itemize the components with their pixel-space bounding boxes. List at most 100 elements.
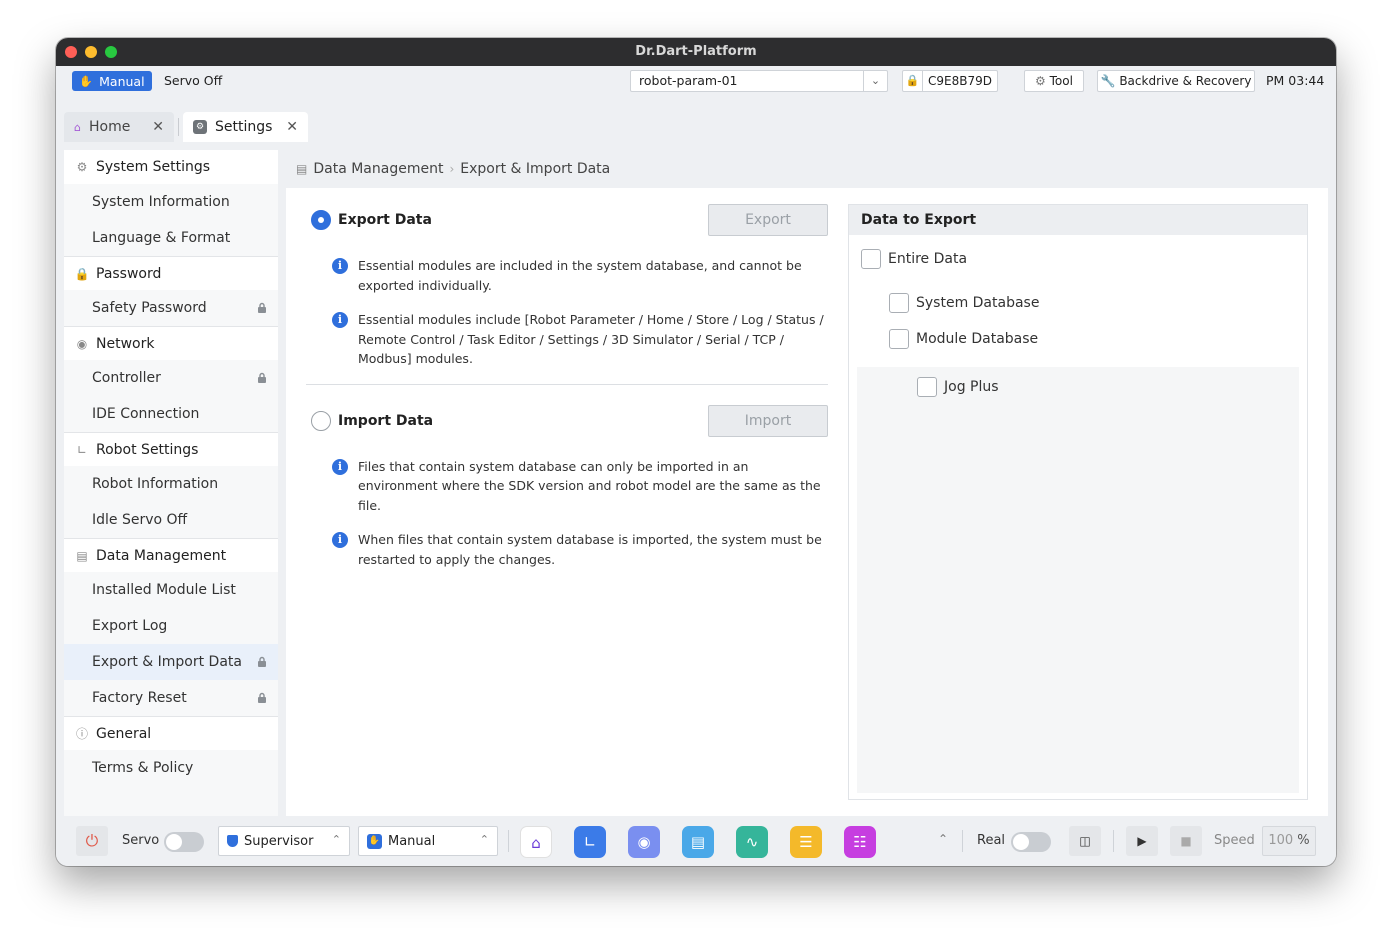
info-icon: i (332, 258, 348, 274)
module-database-checkbox[interactable] (889, 329, 909, 349)
import-radio[interactable] (311, 410, 331, 431)
export-note: i Essential modules are included in the … (332, 256, 828, 295)
document-icon: ▤ (296, 162, 308, 176)
import-note: i When files that contain system databas… (332, 530, 828, 569)
export-title: Export Data (338, 212, 432, 228)
remote-control-app-icon[interactable]: ◉ (628, 826, 660, 858)
sidebar-item-terms-policy[interactable]: Terms & Policy (64, 750, 278, 786)
lock-icon (258, 692, 266, 703)
minimize-window-button[interactable] (85, 46, 97, 58)
info-icon: i (332, 458, 348, 475)
info-icon: i (332, 312, 348, 328)
play-button[interactable]: ▶ (1126, 826, 1158, 856)
close-window-button[interactable] (65, 46, 77, 58)
import-notes: i Files that contain system database can… (306, 457, 828, 570)
sidebar-item-system-information[interactable]: System Information (64, 184, 278, 220)
robot-app-icon[interactable]: ∟ (574, 826, 606, 858)
export-import-panel: Export Data Export i Essential modules a… (306, 204, 828, 584)
sidebar-item-export-log[interactable]: Export Log (64, 608, 278, 644)
import-button[interactable]: Import (708, 404, 828, 437)
entire-data-checkbox[interactable] (861, 249, 881, 269)
tab-settings[interactable]: ⚙ Settings ✕ (183, 112, 308, 142)
app-window: Dr.Dart-Platform ✋ Manual Servo Off robo… (56, 38, 1336, 866)
store-app-icon[interactable]: ☷ (844, 826, 876, 858)
3d-icon: ◫ (1079, 834, 1091, 848)
task-editor-app-icon[interactable]: ▤ (682, 826, 714, 858)
system-database-row[interactable]: System Database (849, 285, 1307, 321)
servo-status: Servo Off (164, 73, 223, 88)
sidebar-item-language-format[interactable]: Language & Format (64, 220, 278, 256)
tab-bar: ⌂ Home ✕ ⚙ Settings ✕ (64, 112, 308, 142)
mode-indicator[interactable]: ✋ Manual (72, 71, 152, 91)
lock-icon (258, 372, 266, 383)
export-note: i Essential modules include [Robot Param… (332, 310, 828, 369)
data-to-export-title: Data to Export (849, 205, 1307, 235)
gear-icon: ⚙ (76, 160, 88, 174)
list-item[interactable]: Jog Plus (857, 369, 1299, 405)
controller-serial[interactable]: 🔒 C9E8B79D (902, 70, 998, 92)
sidebar-group-general[interactable]: ⓘ General (64, 716, 278, 750)
backdrive-recovery-button[interactable]: 🔧 Backdrive & Recovery (1097, 70, 1255, 92)
sidebar-group-system-settings[interactable]: ⚙ System Settings (64, 150, 278, 184)
gear-icon: ⚙ (1035, 74, 1046, 88)
3d-view-button[interactable]: ◫ (1069, 826, 1101, 856)
export-notes: i Essential modules are included in the … (306, 256, 828, 369)
lock-icon (258, 656, 266, 667)
power-button[interactable]: ⏻ (76, 826, 108, 856)
log-app-icon[interactable]: ☰ (790, 826, 822, 858)
close-tab-icon[interactable]: ✕ (152, 119, 164, 135)
tool-button[interactable]: ⚙ Tool (1024, 70, 1084, 92)
export-button[interactable]: Export (708, 204, 828, 236)
stop-button[interactable]: ■ (1170, 826, 1202, 856)
module-database-row[interactable]: Module Database (849, 321, 1307, 357)
chevron-right-icon: › (449, 162, 455, 176)
chevron-up-icon[interactable]: ⌃ (938, 832, 948, 846)
tab-home[interactable]: ⌂ Home ✕ (64, 112, 174, 142)
real-mode-toggle[interactable] (1011, 832, 1051, 852)
chevron-up-icon: ⌃ (331, 833, 341, 846)
lock-icon: 🔒 (74, 266, 90, 281)
hand-icon: ✋ (367, 833, 382, 849)
play-icon: ▶ (1137, 834, 1147, 848)
entire-data-row[interactable]: Entire Data (849, 241, 1307, 277)
sidebar-item-factory-reset[interactable]: Factory Reset (64, 680, 278, 716)
robot-arm-icon: ∟ (76, 442, 88, 457)
mode-select[interactable]: ✋ Manual ⌃ (358, 826, 498, 856)
sidebar-group-data-management[interactable]: ▤ Data Management (64, 538, 278, 572)
jog-plus-checkbox[interactable] (917, 377, 937, 397)
sidebar-group-network[interactable]: ◉ Network (64, 326, 278, 360)
sidebar-item-robot-information[interactable]: Robot Information (64, 466, 278, 502)
import-title: Import Data (338, 412, 434, 429)
breadcrumb: ▤ Data Management › Export & Import Data (286, 150, 1328, 188)
system-database-checkbox[interactable] (889, 293, 909, 313)
sidebar-group-robot-settings[interactable]: ∟ Robot Settings (64, 432, 278, 466)
export-section-header: Export Data Export (306, 204, 828, 236)
status-monitor-app-icon[interactable]: ∿ (736, 826, 768, 858)
sidebar-item-export-import-data[interactable]: Export & Import Data (64, 644, 278, 680)
close-tab-icon[interactable]: ✕ (286, 119, 298, 135)
robot-param-select[interactable]: robot-param-01 ⌄ (630, 70, 888, 92)
user-level-select[interactable]: Supervisor ⌃ (218, 826, 350, 856)
info-icon: ⓘ (75, 727, 88, 741)
breadcrumb-parent[interactable]: Data Management (313, 161, 443, 177)
power-icon: ⏻ (85, 831, 99, 850)
import-note: i Files that contain system database can… (332, 457, 828, 516)
sidebar-item-controller[interactable]: Controller (64, 360, 278, 396)
breadcrumb-current: Export & Import Data (460, 161, 611, 177)
speed-label: Speed (1214, 833, 1255, 848)
window-controls (65, 46, 117, 58)
sidebar-group-password[interactable]: 🔒 Password (64, 256, 278, 290)
export-radio[interactable] (311, 210, 331, 230)
sidebar-item-idle-servo-off[interactable]: Idle Servo Off (64, 502, 278, 538)
window-title: Dr.Dart-Platform (635, 44, 757, 59)
document-icon: ▤ (76, 548, 88, 563)
home-app-icon[interactable]: ⌂ (520, 826, 552, 858)
speed-input[interactable]: 100 % (1262, 826, 1316, 856)
zoom-window-button[interactable] (105, 46, 117, 58)
sidebar-item-safety-password[interactable]: Safety Password (64, 290, 278, 326)
sidebar-item-installed-module-list[interactable]: Installed Module List (64, 572, 278, 608)
toolbar-divider (962, 830, 963, 852)
servo-toggle[interactable] (164, 832, 204, 852)
data-to-export-panel: Data to Export Entire Data System Databa… (848, 204, 1308, 800)
sidebar-item-ide-connection[interactable]: IDE Connection (64, 396, 278, 432)
